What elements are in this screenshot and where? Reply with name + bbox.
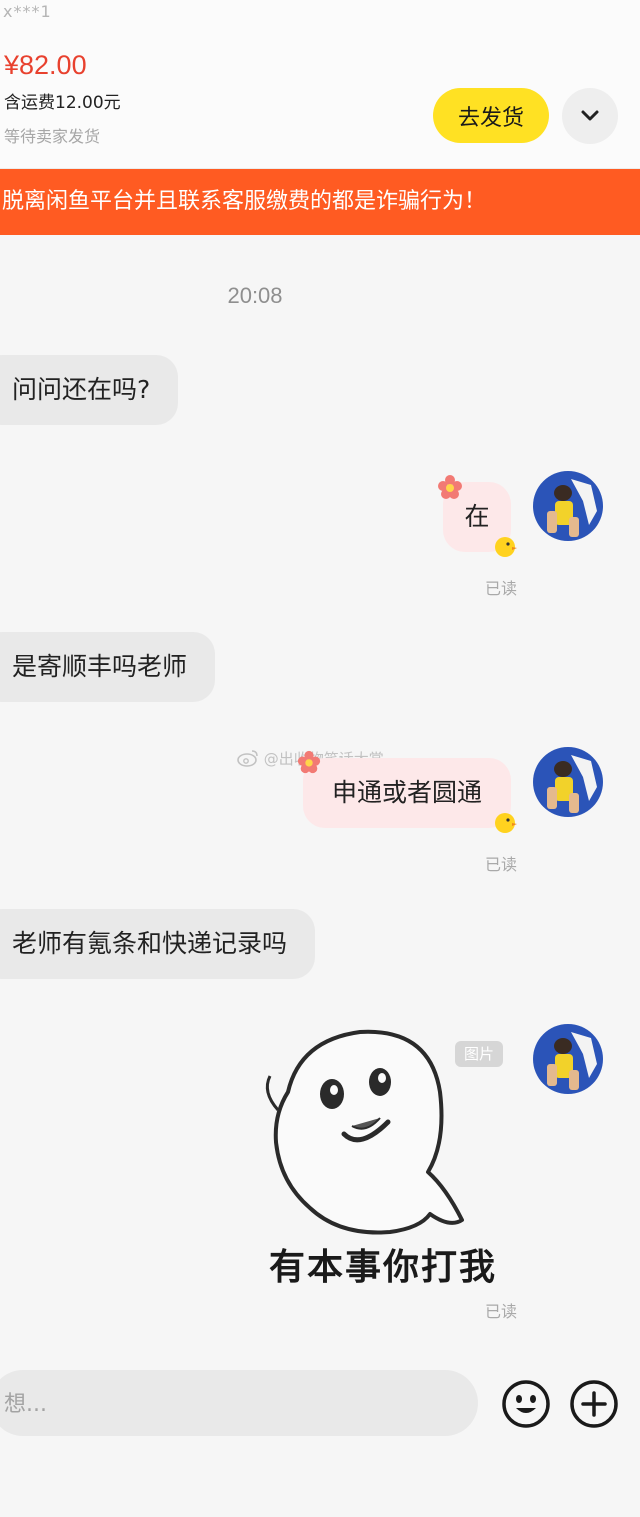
- incoming-message[interactable]: 是寄顺丰吗老师: [0, 632, 216, 702]
- emoji-icon: [502, 1380, 550, 1428]
- incoming-message[interactable]: 问问还在吗?: [0, 355, 179, 425]
- order-header: x***1 ¥82.00 含运费12.00元 等待卖家发货 去发货: [0, 0, 640, 169]
- seller-avatar[interactable]: [533, 1024, 603, 1094]
- outgoing-message[interactable]: 申通或者圆通: [303, 758, 511, 828]
- plus-button[interactable]: [568, 1378, 620, 1430]
- flower-icon: [438, 475, 462, 499]
- avatar-image: [533, 1024, 603, 1094]
- chevron-down-icon: [581, 110, 599, 121]
- ship-button[interactable]: 去发货: [433, 88, 549, 143]
- message-input[interactable]: [0, 1370, 478, 1436]
- image-tag: 图片: [455, 1041, 503, 1067]
- order-price: ¥82.00: [4, 50, 87, 80]
- chick-icon: [495, 537, 517, 557]
- avatar-image: [533, 747, 603, 817]
- weibo-icon: [237, 750, 258, 767]
- sticker-caption: 有本事你打我: [268, 1247, 497, 1288]
- order-status: 等待卖家发货: [4, 127, 101, 146]
- avatar-image: [533, 471, 603, 541]
- read-receipt: 已读: [485, 855, 518, 874]
- seller-avatar[interactable]: [533, 747, 603, 817]
- buyer-name: x***1: [3, 2, 52, 21]
- flower-icon: [297, 750, 321, 774]
- read-receipt: 已读: [485, 579, 518, 598]
- read-receipt: 已读: [485, 1302, 518, 1321]
- chick-icon: [495, 813, 517, 833]
- expand-button[interactable]: [562, 88, 618, 144]
- shipping-fee: 含运费12.00元: [4, 93, 121, 113]
- seller-avatar[interactable]: [533, 471, 603, 541]
- chat-timestamp: 20:08: [227, 283, 283, 308]
- emoji-button[interactable]: [500, 1378, 552, 1430]
- incoming-message[interactable]: 老师有氪条和快递记录吗: [0, 909, 316, 979]
- fraud-warning-banner: 脱离闲鱼平台并且联系客服缴费的都是诈骗行为！: [0, 169, 640, 235]
- message-input-container[interactable]: [0, 1370, 478, 1436]
- plus-icon: [570, 1380, 618, 1428]
